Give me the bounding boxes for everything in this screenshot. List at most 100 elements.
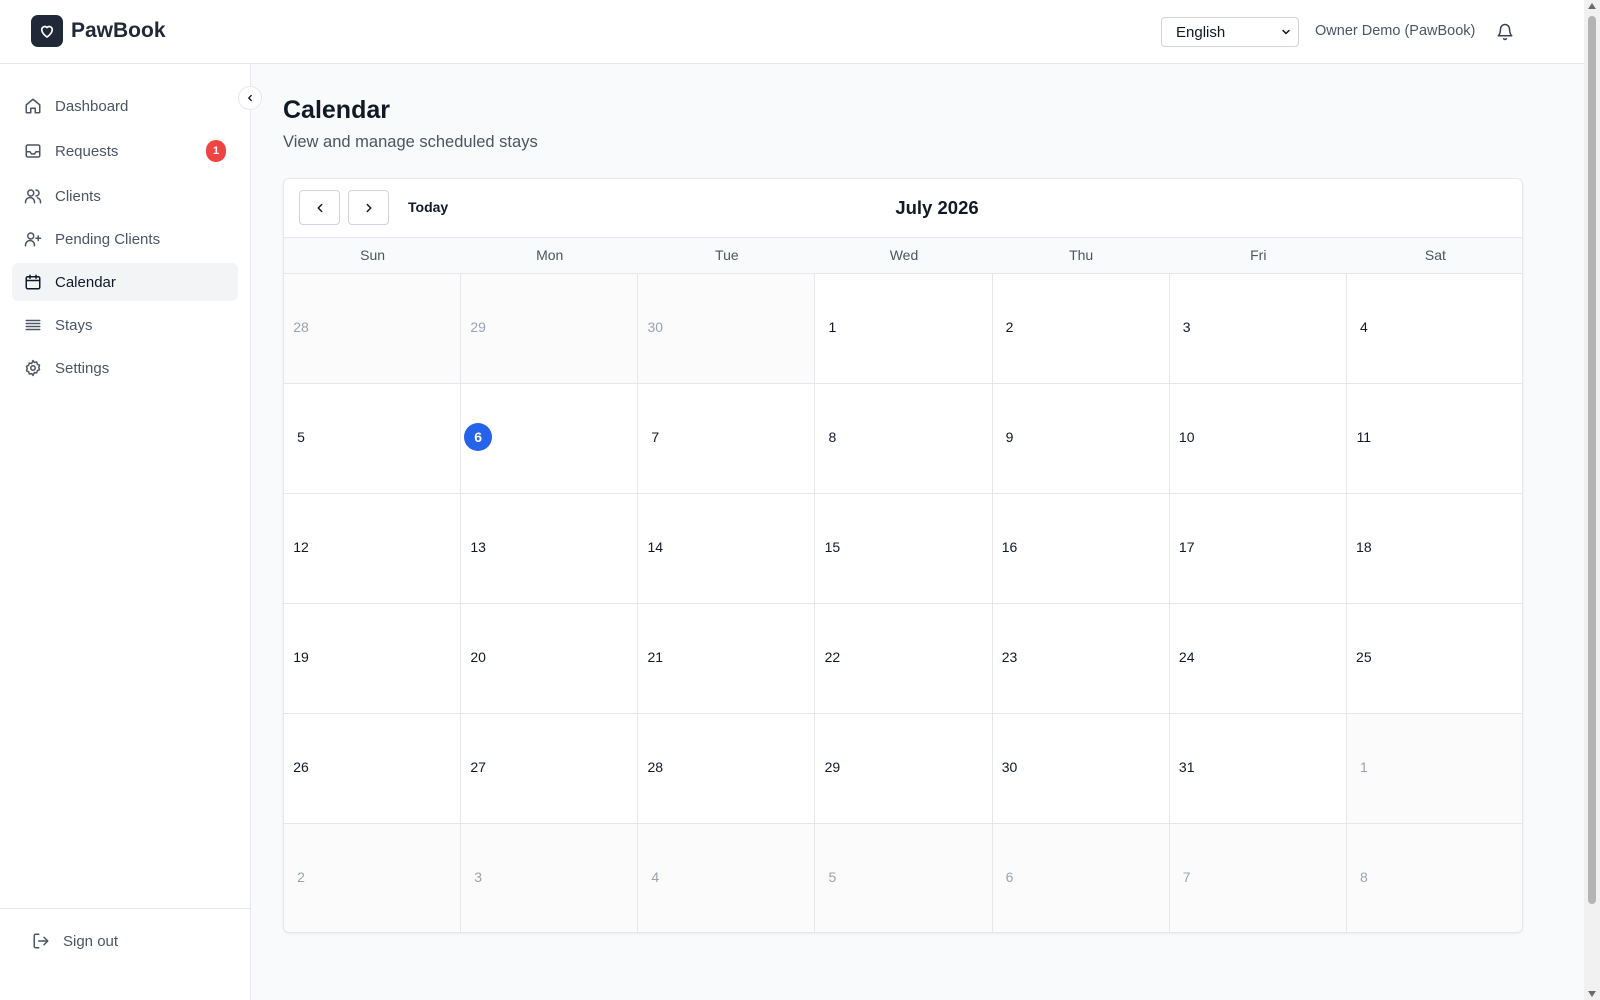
calendar-day-cell[interactable]: 12 <box>284 494 462 604</box>
collapse-sidebar-button[interactable] <box>238 86 262 110</box>
calendar-day-cell[interactable]: 15 <box>815 494 993 604</box>
day-number: 25 <box>1356 649 1372 665</box>
sidebar-item-stays[interactable]: Stays <box>12 306 238 344</box>
day-number: 1 <box>828 319 837 335</box>
sidebar-item-clients[interactable]: Clients <box>12 177 238 215</box>
language-select[interactable]: English <box>1161 17 1299 47</box>
calendar-day-cell[interactable]: 20 <box>461 604 639 714</box>
gear-icon <box>24 359 42 377</box>
sidebar-item-label: Requests <box>55 142 119 160</box>
calendar-day-cell[interactable]: 8 <box>1346 824 1522 932</box>
page-subtitle: View and manage scheduled stays <box>283 133 538 151</box>
day-number: 26 <box>293 759 309 775</box>
bell-icon[interactable] <box>1496 22 1514 42</box>
calendar-day-cell[interactable]: 31 <box>1169 714 1347 824</box>
calendar-day-cell[interactable]: 24 <box>1169 604 1347 714</box>
calendar-day-cell[interactable]: 11 <box>1346 384 1522 494</box>
weekday-label: Sun <box>360 247 386 263</box>
scroll-down-arrow-icon[interactable] <box>1588 991 1596 997</box>
calendar-day-cell[interactable]: 14 <box>638 494 816 604</box>
calendar-day-cell[interactable]: 1 <box>1346 714 1522 824</box>
calendar-day-cell[interactable]: 2 <box>284 824 462 932</box>
sidebar-item-settings[interactable]: Settings <box>12 349 238 387</box>
calendar-day-cell[interactable]: 28 <box>638 714 816 824</box>
sidebar-item-dashboard[interactable]: Dashboard <box>12 87 238 125</box>
day-number: 17 <box>1178 539 1195 555</box>
calendar-day-cell[interactable]: 22 <box>815 604 993 714</box>
calendar-day-cell[interactable]: 8 <box>815 384 993 494</box>
day-number: 28 <box>293 319 309 335</box>
calendar-day-cell[interactable]: 29 <box>815 714 993 824</box>
calendar-card: Today July 2026 Sun Mon Tue Wed Thu Fri … <box>283 178 1523 933</box>
calendar-day-cell[interactable]: 7 <box>1169 824 1347 932</box>
page-title: Calendar <box>283 96 390 124</box>
day-number: 5 <box>828 869 837 885</box>
calendar-day-cell[interactable]: 25 <box>1346 604 1522 714</box>
day-number: 3 <box>474 869 483 885</box>
sidebar-item-label: Calendar <box>55 273 116 291</box>
calendar-day-cell[interactable]: 10 <box>1169 384 1347 494</box>
scroll-thumb[interactable] <box>1588 16 1596 904</box>
day-number: 24 <box>1178 649 1195 665</box>
page-scrollbar[interactable] <box>1584 0 1600 1000</box>
day-number: 14 <box>647 539 664 555</box>
day-number: 5 <box>297 429 305 445</box>
calendar-day-cell[interactable]: 23 <box>992 604 1170 714</box>
calendar-day-cell[interactable]: 1 <box>815 274 993 384</box>
day-number: 4 <box>1359 319 1368 335</box>
calendar-day-cell[interactable]: 21 <box>638 604 816 714</box>
day-number: 29 <box>470 319 486 335</box>
calendar-day-cell[interactable]: 7 <box>638 384 816 494</box>
top-bar: PawBook English Owner Demo (PawBook) <box>0 0 1584 64</box>
day-number: 8 <box>1359 869 1368 885</box>
app-title: PawBook <box>71 19 166 42</box>
weekday-label: Wed <box>889 247 919 263</box>
calendar-day-cell[interactable]: 30 <box>638 274 816 384</box>
calendar-day-cell[interactable]: 27 <box>461 714 639 824</box>
calendar-day-cell[interactable]: 5 <box>815 824 993 932</box>
calendar-day-cell[interactable]: 5 <box>284 384 462 494</box>
day-number: 31 <box>1178 759 1195 775</box>
calendar-day-cell[interactable]: 30 <box>992 714 1170 824</box>
user-menu[interactable]: Owner Demo (PawBook) <box>1315 23 1475 39</box>
chevron-down-icon <box>1282 29 1290 35</box>
calendar-day-cell[interactable]: 16 <box>992 494 1170 604</box>
logo[interactable] <box>31 15 63 47</box>
day-number: 3 <box>1182 319 1191 335</box>
day-number: 19 <box>293 649 309 665</box>
sidebar-item-requests[interactable]: Requests 1 <box>12 132 238 170</box>
sidebar: Dashboard Requests 1 Clients Pending Cli… <box>0 64 251 1000</box>
calendar-day-cell[interactable]: 6 <box>461 384 639 494</box>
calendar-day-cell[interactable]: 29 <box>461 274 639 384</box>
sidebar-item-calendar[interactable]: Calendar <box>12 263 238 301</box>
scroll-up-arrow-icon[interactable] <box>1588 3 1596 9</box>
calendar-day-cell[interactable]: 18 <box>1346 494 1522 604</box>
sign-out-button[interactable]: Sign out <box>32 932 118 950</box>
calendar-day-cell[interactable]: 19 <box>284 604 462 714</box>
sidebar-item-label: Stays <box>55 316 93 334</box>
calendar-day-cell[interactable]: 26 <box>284 714 462 824</box>
calendar-day-cell[interactable]: 2 <box>992 274 1170 384</box>
sidebar-item-label: Dashboard <box>55 97 129 115</box>
sign-out-icon <box>32 932 50 950</box>
calendar-day-cell[interactable]: 6 <box>992 824 1170 932</box>
calendar-day-cell[interactable]: 28 <box>284 274 462 384</box>
calendar-day-cell[interactable]: 17 <box>1169 494 1347 604</box>
calendar-day-cell[interactable]: 3 <box>461 824 639 932</box>
day-number: 9 <box>1005 429 1014 445</box>
language-select-value: English <box>1176 23 1226 41</box>
day-number: 23 <box>1001 649 1018 665</box>
weekday-label: Tue <box>715 247 739 263</box>
calendar-day-cell[interactable]: 9 <box>992 384 1170 494</box>
calendar-day-cell[interactable]: 4 <box>1346 274 1522 384</box>
calendar-day-cell[interactable]: 4 <box>638 824 816 932</box>
home-icon <box>24 97 42 115</box>
sidebar-item-label: Clients <box>55 187 101 205</box>
calendar-day-cell[interactable]: 13 <box>461 494 639 604</box>
calendar-day-cell[interactable]: 3 <box>1169 274 1347 384</box>
day-number: 20 <box>470 649 486 665</box>
day-number: 15 <box>824 539 841 555</box>
list-icon <box>24 316 42 334</box>
day-number: 29 <box>824 759 841 775</box>
sidebar-item-pending-clients[interactable]: Pending Clients <box>12 220 238 258</box>
